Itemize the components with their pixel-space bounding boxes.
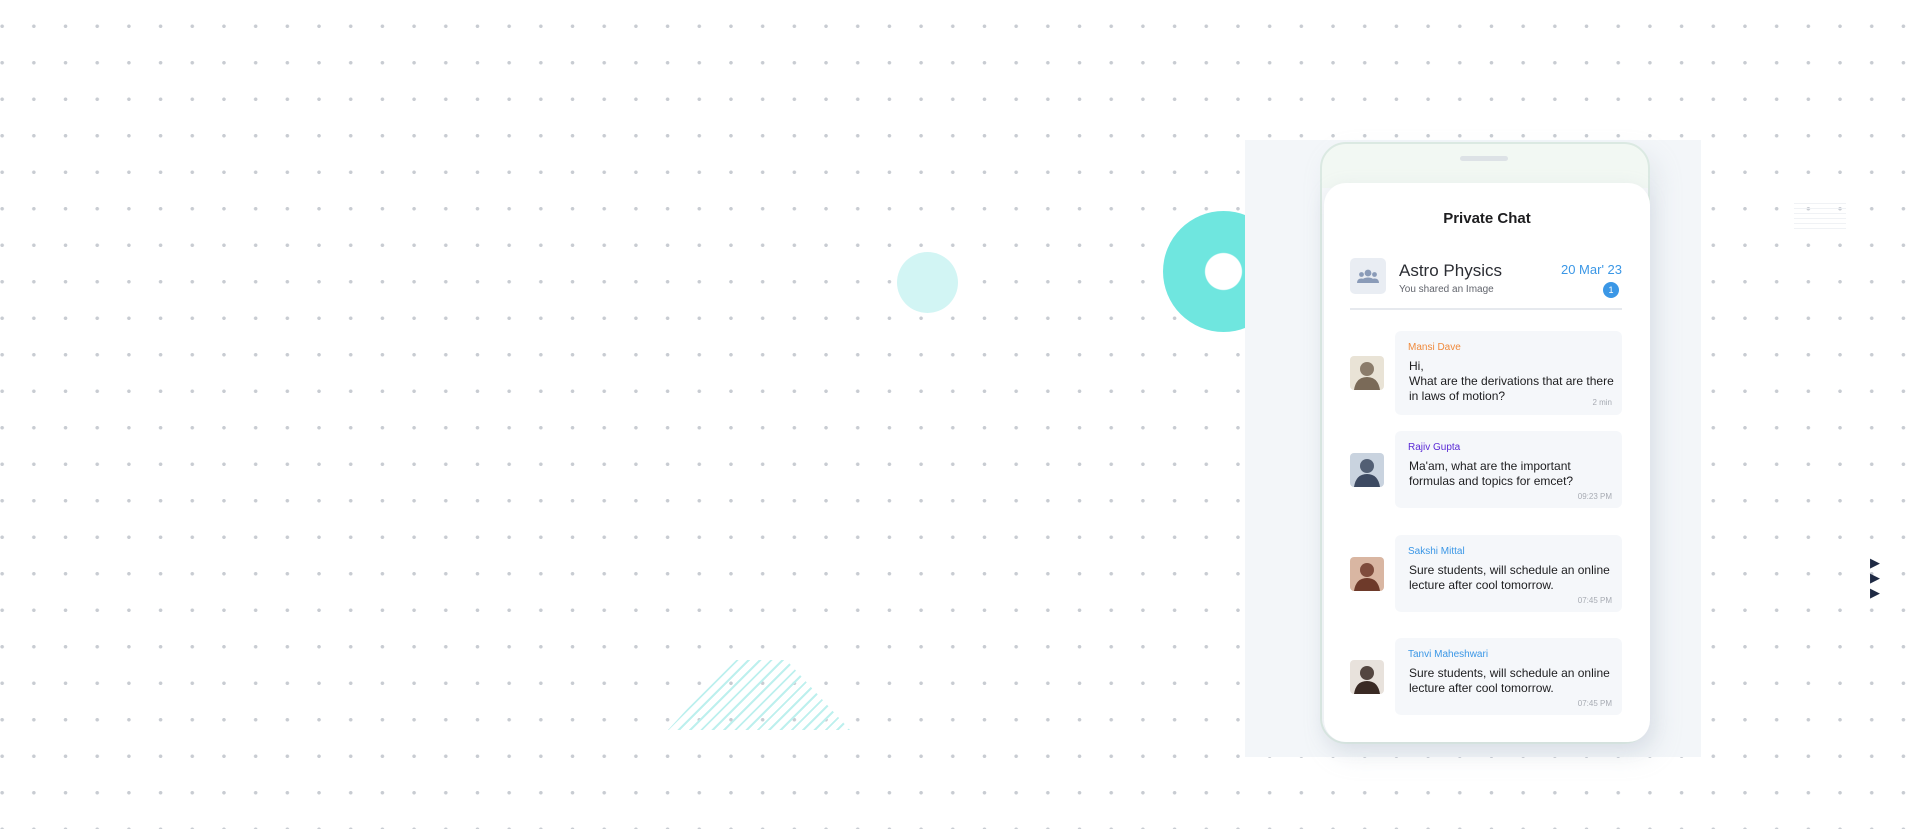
message-item[interactable]: Rajiv Gupta Ma'am, what are the important…	[1350, 431, 1622, 508]
message-text: Hi, What are the derivations that are th…	[1409, 359, 1614, 403]
decorative-circle	[897, 252, 958, 313]
play-arrow-icon: ▶	[1870, 585, 1880, 600]
message-item[interactable]: Sakshi Mittal Sure students, will schedul…	[1350, 535, 1622, 612]
group-icon	[1350, 258, 1386, 294]
message-text: Ma'am, what are the important formulas a…	[1409, 459, 1574, 488]
avatar	[1350, 356, 1384, 390]
phone-speaker	[1460, 156, 1508, 161]
decorative-wave-pattern	[1794, 199, 1846, 229]
message-timestamp: 07:45 PM	[1577, 699, 1612, 708]
message-bubble: Tanvi Maheshwari Sure students, will sche…	[1395, 638, 1622, 715]
message-bubble: Mansi Dave Hi, What are the derivations t…	[1395, 331, 1622, 415]
unread-count-badge: 1	[1603, 282, 1619, 298]
message-bubble: Rajiv Gupta Ma'am, what are the important…	[1395, 431, 1622, 508]
message-item[interactable]: Tanvi Maheshwari Sure students, will sche…	[1350, 638, 1622, 715]
group-last-message: You shared an Image	[1399, 284, 1494, 295]
message-text: Sure students, will schedule an online l…	[1409, 666, 1610, 695]
group-date: 20 Mar' 23	[1560, 262, 1622, 277]
phone-mockup: Private Chat Astro Physics You shared an…	[1320, 142, 1650, 744]
decorative-hatch-pattern	[668, 660, 850, 730]
message-sender: Tanvi Maheshwari	[1408, 649, 1489, 660]
chat-title: Private Chat	[1443, 210, 1531, 227]
message-bubble: Sakshi Mittal Sure students, will schedul…	[1395, 535, 1622, 612]
message-sender: Rajiv Gupta	[1408, 442, 1461, 453]
message-timestamp: 09:23 PM	[1577, 492, 1612, 501]
avatar	[1350, 660, 1384, 694]
message-sender: Sakshi Mittal	[1408, 546, 1465, 557]
play-arrow-icon: ▶	[1870, 555, 1880, 570]
message-text: Sure students, will schedule an online l…	[1409, 563, 1610, 592]
play-arrow-icon: ▶	[1870, 570, 1880, 585]
message-item[interactable]: Mansi Dave Hi, What are the derivations t…	[1350, 331, 1622, 415]
decorative-arrows: ▶ ▶ ▶	[1870, 556, 1884, 599]
group-name: Astro Physics	[1399, 261, 1502, 280]
message-sender: Mansi Dave	[1408, 342, 1461, 353]
avatar	[1350, 557, 1384, 591]
avatar	[1350, 453, 1384, 487]
message-timestamp: 2 min	[1592, 398, 1612, 407]
message-timestamp: 07:45 PM	[1577, 596, 1612, 605]
chat-screen: Private Chat Astro Physics You shared an…	[1324, 183, 1650, 742]
group-chat-row[interactable]: Astro Physics You shared an Image 20 Mar…	[1350, 258, 1622, 310]
